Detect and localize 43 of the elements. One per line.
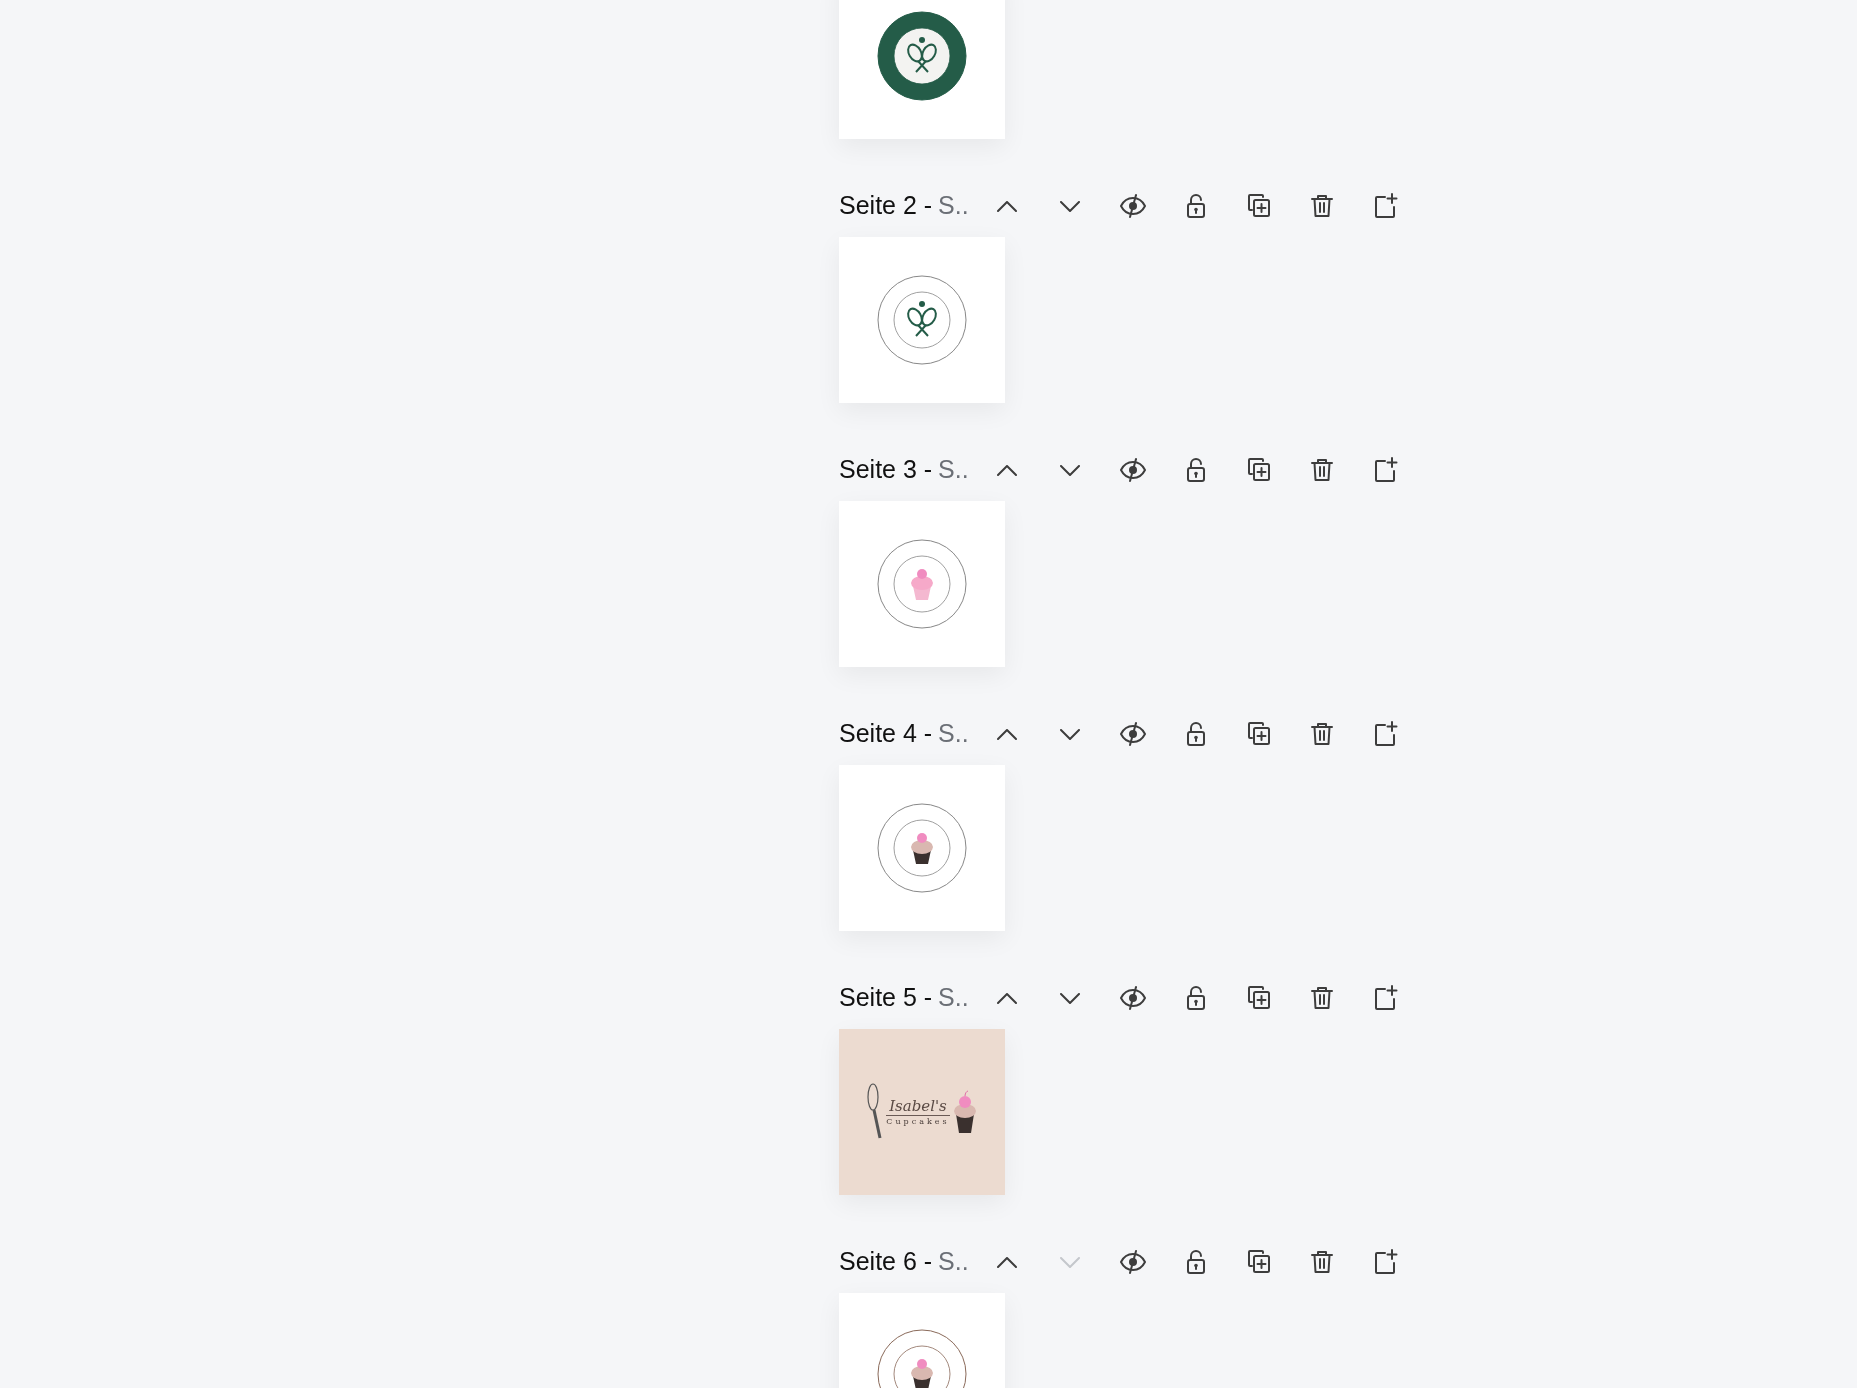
page-thumbnail[interactable] bbox=[839, 0, 1005, 139]
page-title[interactable]: Seite 2 - bbox=[839, 187, 933, 225]
duplicate-icon bbox=[1245, 192, 1273, 220]
trash-icon bbox=[1308, 984, 1336, 1012]
trash-icon bbox=[1308, 192, 1336, 220]
page-title[interactable]: Seite 6 - bbox=[839, 1243, 933, 1281]
chevron-up-icon bbox=[997, 200, 1017, 212]
chevron-down-icon bbox=[1060, 464, 1080, 476]
chevron-down-icon bbox=[1060, 728, 1080, 740]
logo-caption: Cupcakes bbox=[886, 1115, 950, 1127]
chevron-down-icon bbox=[1060, 992, 1080, 1004]
page-thumbnail[interactable] bbox=[839, 237, 1005, 403]
chevron-up-icon bbox=[997, 992, 1017, 1004]
duplicate-icon bbox=[1245, 1248, 1273, 1276]
page-thumbnail[interactable]: Isabel's Cupcakes bbox=[839, 1029, 1005, 1195]
trash-icon bbox=[1308, 456, 1336, 484]
page-thumbnail[interactable] bbox=[839, 765, 1005, 931]
logo-script-text: Isabel's bbox=[889, 1097, 947, 1115]
eye-slash-icon bbox=[1119, 984, 1147, 1012]
trash-icon bbox=[1308, 1248, 1336, 1276]
page-name[interactable]: S.. bbox=[938, 715, 969, 753]
page-name[interactable]: S.. bbox=[938, 1243, 969, 1281]
chevron-down-icon bbox=[1060, 200, 1080, 212]
eye-slash-icon bbox=[1119, 456, 1147, 484]
eye-slash-icon bbox=[1119, 192, 1147, 220]
page-title[interactable]: Seite 4 - bbox=[839, 715, 933, 753]
duplicate-icon bbox=[1245, 984, 1273, 1012]
page-name[interactable]: S.. bbox=[938, 187, 969, 225]
chevron-up-icon bbox=[997, 728, 1017, 740]
page-title[interactable]: Seite 3 - bbox=[839, 451, 933, 489]
eye-slash-icon bbox=[1119, 720, 1147, 748]
chevron-down-icon bbox=[1060, 1256, 1080, 1268]
chevron-up-icon bbox=[997, 464, 1017, 476]
page-name[interactable]: S.. bbox=[938, 979, 969, 1017]
chevron-up-icon bbox=[997, 1256, 1017, 1268]
page-title[interactable]: Seite 5 - bbox=[839, 979, 933, 1017]
duplicate-icon bbox=[1245, 456, 1273, 484]
duplicate-icon bbox=[1245, 720, 1273, 748]
page-thumbnail[interactable] bbox=[839, 501, 1005, 667]
eye-slash-icon bbox=[1119, 1248, 1147, 1276]
trash-icon bbox=[1308, 720, 1336, 748]
page-name[interactable]: S.. bbox=[938, 451, 969, 489]
cupcake-drawing bbox=[951, 1090, 978, 1134]
